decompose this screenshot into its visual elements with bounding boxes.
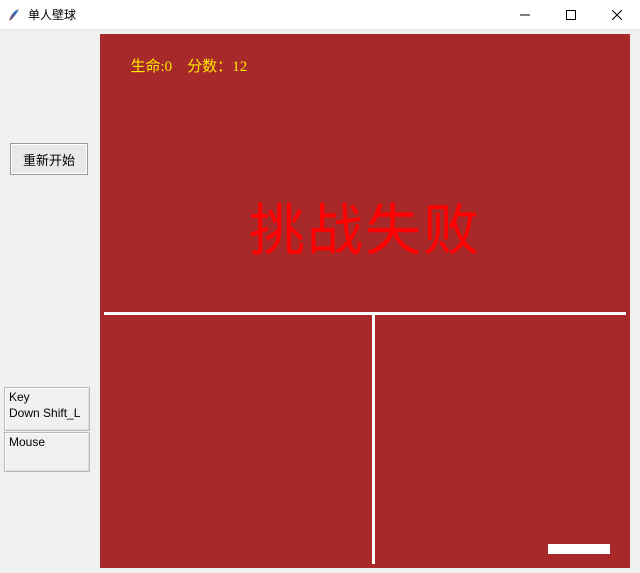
game-canvas[interactable]: 生命:0 分数：12 挑战失败 — [100, 34, 630, 568]
close-button[interactable] — [594, 0, 640, 30]
maximize-button[interactable] — [548, 0, 594, 30]
window-title: 单人壁球 — [28, 6, 76, 23]
mouse-debug-frame: Mouse — [4, 432, 90, 472]
hud-lives-label: 生命: — [131, 59, 165, 75]
window-titlebar: 单人壁球 — [0, 0, 640, 30]
client-area: 重新开始 Key Down Shift_L Mouse 生命:0 分数：12 挑… — [0, 30, 640, 573]
hud-score-value: 12 — [232, 59, 247, 75]
canvas-divider-vertical — [372, 312, 375, 564]
restart-button[interactable]: 重新开始 — [10, 143, 88, 175]
game-over-text: 挑战失败 — [100, 186, 630, 267]
hud-score-label: 分数： — [187, 59, 232, 75]
key-debug-header: Key — [9, 390, 85, 406]
minimize-button[interactable] — [502, 0, 548, 30]
hud: 生命:0 分数：12 — [108, 38, 247, 93]
mouse-debug-header: Mouse — [9, 435, 85, 451]
paddle — [548, 544, 610, 554]
tk-feather-icon — [6, 7, 22, 23]
canvas-divider-horizontal — [104, 312, 626, 315]
key-debug-value: Down Shift_L — [9, 406, 85, 422]
key-debug-frame: Key Down Shift_L — [4, 387, 90, 431]
